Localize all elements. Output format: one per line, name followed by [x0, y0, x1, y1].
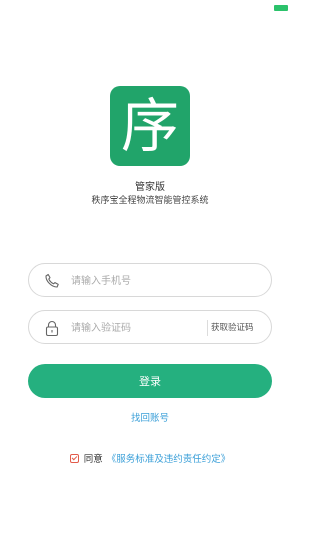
app-subtitle: 秩序宝全程物流智能管控系统 [91, 196, 209, 206]
logo-char: 序 [120, 92, 179, 160]
phone-input[interactable] [71, 272, 256, 290]
agreement-prefix: 同意 [83, 454, 103, 465]
agreement-checkbox[interactable] [69, 453, 79, 463]
login-button[interactable]: 登录 [28, 364, 272, 398]
agreement-row: 同意 《服务标准及违约责任约定》 [0, 451, 300, 465]
field-divider [207, 320, 208, 336]
get-code-button[interactable]: 获取验证码 [211, 321, 254, 333]
battery-icon [274, 5, 288, 11]
verification-code-field[interactable]: 获取验证码 [28, 310, 272, 344]
phone-icon [43, 272, 61, 290]
agreement-link[interactable]: 《服务标准及违约责任约定》 [107, 451, 231, 465]
lock-icon [43, 319, 61, 337]
recover-account-link[interactable]: 找回账号 [0, 410, 300, 424]
edition-label: 管家版 [135, 182, 165, 193]
phone-field[interactable] [28, 263, 272, 297]
app-logo: 序 [110, 86, 190, 166]
verification-code-input[interactable] [71, 319, 221, 337]
